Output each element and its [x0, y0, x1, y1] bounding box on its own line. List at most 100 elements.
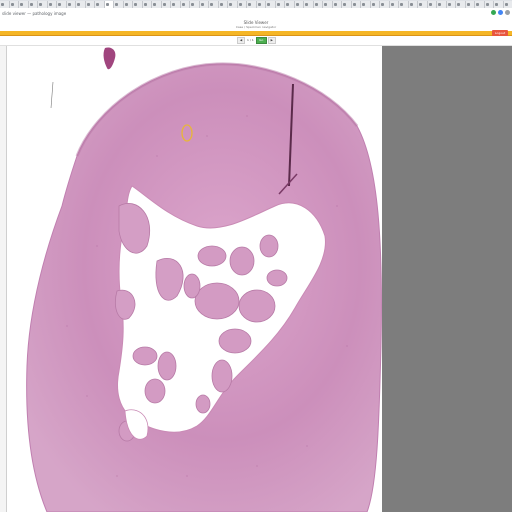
browser-tab[interactable] [399, 1, 409, 8]
tab-favicon-icon [324, 3, 327, 6]
tab-favicon-icon [39, 3, 42, 6]
browser-tab[interactable] [294, 1, 304, 8]
browser-tab[interactable] [456, 1, 466, 8]
browser-tab[interactable] [484, 1, 494, 8]
browser-tab[interactable] [266, 1, 276, 8]
go-button[interactable]: Go [255, 37, 267, 44]
browser-tab[interactable] [389, 1, 399, 8]
browser-tab[interactable] [465, 1, 475, 8]
url-text[interactable]: slide viewer — pathology image [2, 10, 66, 17]
browser-tab[interactable] [180, 1, 190, 8]
browser-tab[interactable] [313, 1, 323, 8]
browser-tab[interactable] [190, 1, 200, 8]
browser-tab-strip [0, 0, 512, 8]
tab-favicon-icon [352, 3, 356, 6]
tab-favicon-icon [381, 3, 384, 6]
browser-tab[interactable] [114, 1, 124, 8]
browser-tab[interactable] [161, 1, 171, 8]
browser-tab[interactable] [142, 1, 152, 8]
tab-favicon-icon [20, 3, 23, 6]
browser-tab[interactable] [0, 1, 10, 8]
tab-favicon-icon [124, 3, 128, 6]
tab-favicon-icon [96, 3, 99, 6]
browser-tab[interactable] [28, 1, 38, 8]
browser-tab[interactable] [323, 1, 333, 8]
browser-tab[interactable] [152, 1, 162, 8]
tab-favicon-icon [1, 3, 4, 6]
tab-favicon-icon [400, 3, 403, 6]
previous-button[interactable]: ◀ [237, 37, 245, 44]
tab-favicon-icon [153, 3, 156, 6]
page-indicator: 1 / 1 [247, 38, 254, 42]
tab-favicon-icon [343, 3, 346, 6]
browser-tab[interactable] [85, 1, 95, 8]
extension-icon[interactable] [491, 10, 496, 15]
browser-tab[interactable] [418, 1, 428, 8]
browser-tab[interactable] [475, 1, 485, 8]
browser-tab[interactable] [38, 1, 48, 8]
browser-tab[interactable] [9, 1, 19, 8]
browser-tab[interactable] [247, 1, 257, 8]
menu-icon[interactable] [505, 10, 510, 15]
browser-tab[interactable] [256, 1, 266, 8]
slide-viewer[interactable] [0, 46, 512, 512]
tab-favicon-icon [67, 3, 71, 6]
browser-tab[interactable] [332, 1, 342, 8]
tab-favicon-icon [86, 3, 90, 6]
tab-favicon-icon [77, 3, 80, 6]
tab-favicon-icon [191, 3, 194, 6]
tissue-section-image[interactable] [7, 46, 383, 512]
tab-favicon-icon [362, 3, 365, 6]
tab-favicon-icon [10, 3, 14, 6]
tab-favicon-icon [390, 3, 394, 6]
browser-tab[interactable] [351, 1, 361, 8]
page-subtitle: Case / Specimen navigator [235, 25, 277, 29]
tab-favicon-icon [457, 3, 460, 6]
tissue-fragment [103, 47, 116, 70]
browser-tab[interactable] [104, 1, 114, 8]
browser-tab[interactable] [123, 1, 133, 8]
tab-favicon-icon [485, 3, 489, 6]
browser-tab[interactable] [19, 1, 29, 8]
browser-tab[interactable] [95, 1, 105, 8]
browser-tab[interactable] [437, 1, 447, 8]
tab-favicon-icon [238, 3, 242, 6]
browser-tab[interactable] [494, 1, 504, 8]
browser-toolbar [491, 10, 510, 17]
browser-tab[interactable] [133, 1, 143, 8]
browser-tab[interactable] [503, 1, 512, 8]
browser-tab[interactable] [228, 1, 238, 8]
tab-favicon-icon [181, 3, 185, 6]
browser-tab[interactable] [285, 1, 295, 8]
browser-tab[interactable] [66, 1, 76, 8]
browser-tab[interactable] [361, 1, 371, 8]
slide-canvas[interactable] [6, 46, 383, 512]
browser-tab[interactable] [209, 1, 219, 8]
browser-tab[interactable] [427, 1, 437, 8]
browser-tab[interactable] [304, 1, 314, 8]
browser-tab[interactable] [199, 1, 209, 8]
browser-tab[interactable] [237, 1, 247, 8]
tab-favicon-icon [162, 3, 166, 6]
tab-favicon-icon [314, 3, 318, 6]
browser-tab[interactable] [47, 1, 57, 8]
tab-favicon-icon [257, 3, 261, 6]
tab-favicon-icon [295, 3, 299, 6]
browser-tab[interactable] [171, 1, 181, 8]
browser-tab[interactable] [370, 1, 380, 8]
tab-favicon-icon [115, 3, 118, 6]
browser-tab[interactable] [76, 1, 86, 8]
tab-favicon-icon [267, 3, 270, 6]
browser-tab[interactable] [380, 1, 390, 8]
browser-tab[interactable] [218, 1, 228, 8]
next-button[interactable]: ▶ [267, 37, 276, 44]
browser-tab[interactable] [408, 1, 418, 8]
browser-tab[interactable] [446, 1, 456, 8]
browser-tab[interactable] [275, 1, 285, 8]
tab-favicon-icon [333, 3, 337, 6]
browser-tab[interactable] [342, 1, 352, 8]
tab-favicon-icon [200, 3, 204, 6]
browser-tab[interactable] [57, 1, 67, 8]
tab-favicon-icon [495, 3, 498, 6]
profile-icon[interactable] [498, 10, 503, 15]
